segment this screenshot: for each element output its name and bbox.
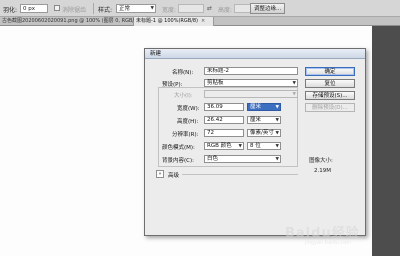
width-input[interactable]: 36.09	[204, 103, 244, 111]
close-icon[interactable]: ×	[201, 18, 205, 24]
chevron-down-icon: ▼	[238, 144, 242, 149]
width-input[interactable]	[178, 4, 204, 13]
resolution-unit-select[interactable]: 像素/英寸 ▼	[247, 129, 281, 137]
delete-preset-button[interactable]: 删除预设(D)...	[305, 103, 355, 112]
name-label: 名称(N):	[172, 70, 194, 76]
style-value: 正常	[119, 6, 131, 12]
image-size-label: 图像大小:	[309, 158, 333, 164]
bit-depth-select[interactable]: 8 位 ▼	[247, 142, 281, 150]
watermark-subtext: jingyan.baidu.com	[305, 240, 352, 246]
options-bar: 羽化: 0 px 消除锯齿 样式: 正常 ▼ 宽度: ⇄ 高度: 调整边缘...	[0, 0, 400, 17]
size-select[interactable]: ▼	[204, 90, 298, 98]
width-label: 宽度(W):	[177, 106, 200, 112]
tab-label: 未标题-1 @ 100%(RGB/8)	[136, 18, 199, 24]
color-mode-select[interactable]: RGB 颜色 ▼	[204, 142, 244, 150]
resolution-input[interactable]: 72	[204, 129, 244, 137]
width-unit-select[interactable]: 厘米 ▼	[247, 103, 281, 111]
height-label: 高度(H):	[177, 119, 199, 125]
chevron-down-icon: ▼	[292, 81, 296, 86]
feather-label: 羽化:	[3, 7, 18, 14]
dialog-title: 新建	[145, 49, 365, 59]
advanced-expand-icon[interactable]: »	[156, 170, 164, 178]
resolution-label: 分辨率(R):	[172, 132, 199, 138]
chevron-down-icon: ▼	[150, 6, 154, 11]
antialias-checkbox[interactable]	[54, 5, 60, 11]
resolution-unit-value: 像素/英寸	[250, 130, 274, 136]
advanced-label: 高级	[168, 173, 180, 179]
height-unit-value: 厘米	[250, 117, 262, 123]
watermark-text: Baidu经验	[285, 226, 360, 241]
baidu-watermark: Baidu经验 jingyan.baidu.com	[285, 222, 371, 252]
feather-input[interactable]: 0 px	[20, 4, 48, 13]
chevron-down-icon: ▼	[275, 118, 279, 123]
size-label: 大小(I):	[174, 93, 193, 99]
options-divider	[93, 3, 94, 14]
name-input[interactable]: 未标题-2	[204, 67, 298, 75]
width-unit-value: 厘米	[250, 104, 262, 110]
chevron-down-icon: ▼	[275, 131, 279, 136]
preset-select[interactable]: 剪贴板 ▼	[204, 79, 298, 87]
chevron-down-icon: ▼	[275, 105, 279, 110]
style-label: 样式:	[98, 7, 113, 14]
style-select[interactable]: 正常 ▼	[116, 4, 156, 13]
bit-depth-value: 8 位	[250, 143, 261, 149]
height-input[interactable]: 26.42	[204, 116, 244, 124]
chevron-down-icon: ▼	[275, 144, 279, 149]
tab-document-2[interactable]: 未标题-1 @ 100%(RGB/8) ×	[134, 17, 214, 26]
ok-button[interactable]: 确定	[305, 67, 355, 76]
tab-label: 古色截图20200602020091.png @ 100% (图层 0, RGB…	[2, 18, 140, 24]
chevron-down-icon: ▼	[275, 157, 279, 162]
save-preset-button[interactable]: 存储预设(S)...	[305, 91, 355, 100]
document-tab-bar: 古色截图20200602020091.png @ 100% (图层 0, RGB…	[0, 17, 400, 26]
workspace-background	[372, 26, 400, 256]
height-unit-select[interactable]: 厘米 ▼	[247, 116, 281, 124]
chevron-down-icon: ▼	[292, 92, 296, 97]
color-mode-label: 颜色模式(M):	[162, 145, 195, 151]
background-value: 白色	[207, 156, 219, 162]
height-label: 高度:	[218, 7, 233, 14]
width-label: 宽度:	[162, 7, 177, 14]
tab-document-1[interactable]: 古色截图20200602020091.png @ 100% (图层 0, RGB…	[0, 17, 146, 26]
antialias-label: 消除锯齿	[62, 7, 87, 14]
advanced-divider	[182, 174, 298, 175]
color-mode-value: RGB 颜色	[207, 143, 232, 149]
reset-button[interactable]: 复位	[305, 79, 355, 88]
swap-icon[interactable]: ⇄	[207, 5, 212, 12]
image-size-value: 2.19M	[314, 168, 331, 174]
background-select[interactable]: 白色 ▼	[204, 155, 281, 163]
background-label: 背景内容(C):	[162, 158, 194, 164]
refine-edge-button[interactable]: 调整边缘...	[250, 3, 286, 14]
preset-value: 剪贴板	[207, 80, 224, 86]
